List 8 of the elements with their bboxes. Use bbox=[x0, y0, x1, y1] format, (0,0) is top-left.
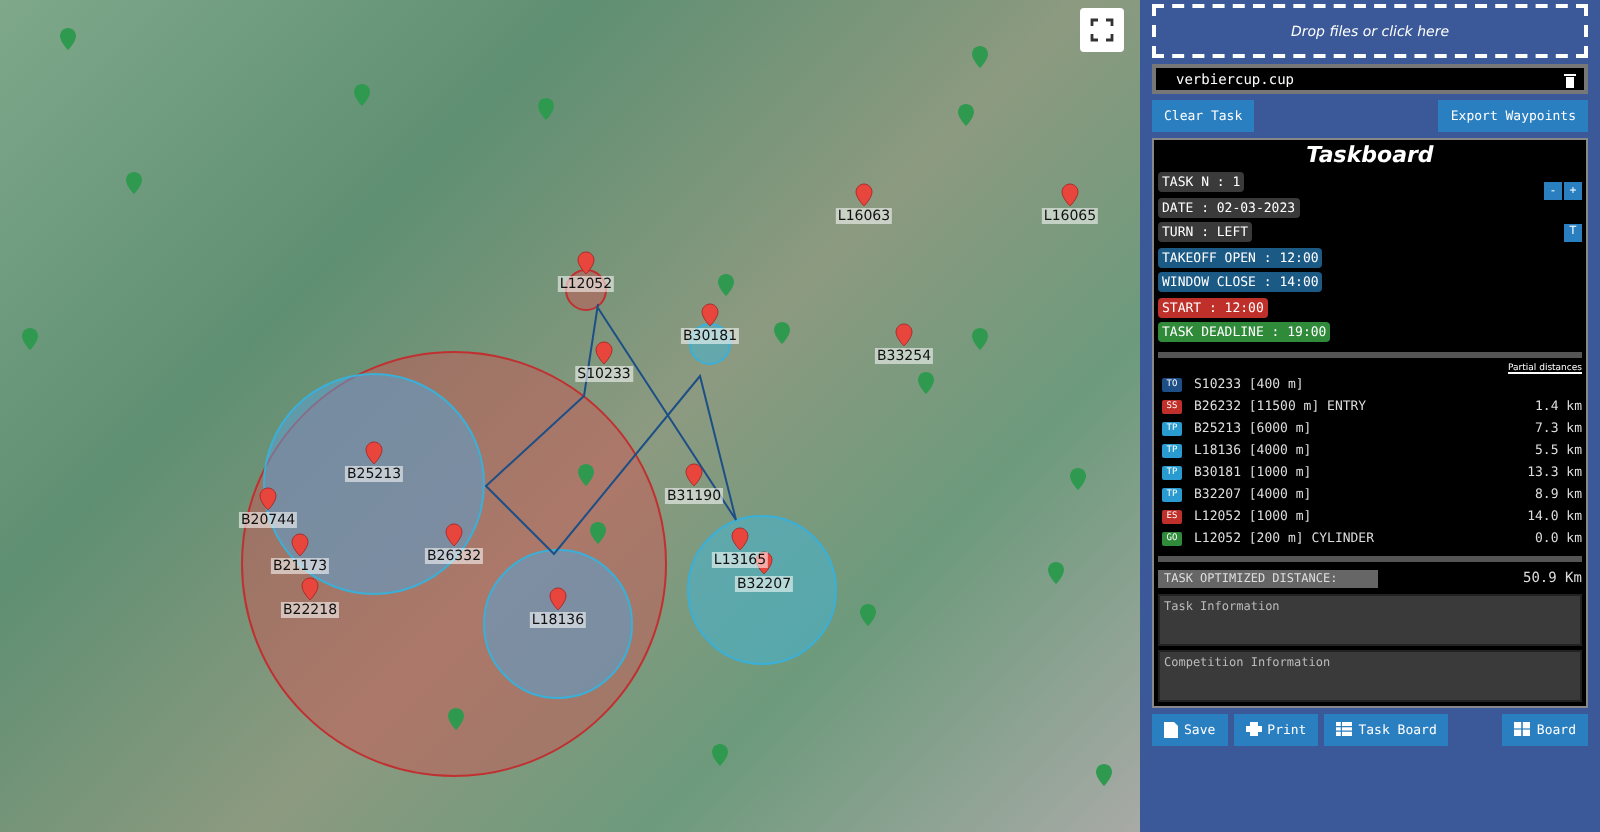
cylinder-circle bbox=[565, 269, 607, 311]
table-icon bbox=[1336, 722, 1353, 736]
fullscreen-icon bbox=[1090, 18, 1114, 42]
grid-icon bbox=[1514, 722, 1531, 736]
document-icon bbox=[1164, 721, 1178, 737]
trash-icon[interactable] bbox=[1564, 71, 1576, 87]
taskboard-title: Taskboard bbox=[1304, 142, 1436, 170]
fullscreen-button[interactable] bbox=[1080, 8, 1124, 52]
